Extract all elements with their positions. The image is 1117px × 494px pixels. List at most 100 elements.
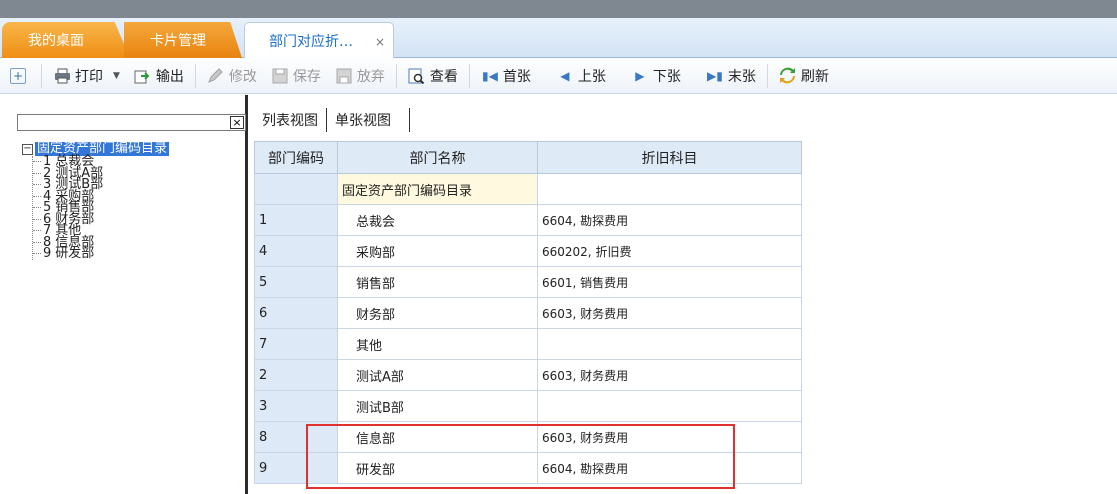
cell-depreciation-account[interactable] bbox=[537, 390, 802, 422]
tree-item[interactable]: 6 财务部 bbox=[33, 213, 169, 225]
cell-depreciation-account[interactable]: 6604, 勘探费用 bbox=[537, 452, 802, 484]
next-label: 下张 bbox=[652, 68, 681, 85]
discard-icon bbox=[335, 67, 353, 85]
column-header-depreciation-account[interactable]: 折旧科目 bbox=[537, 141, 802, 174]
table-row[interactable]: 2 测试A部 6603, 财务费用 bbox=[254, 359, 802, 391]
table-header-row: 部门编码 部门名称 折旧科目 bbox=[254, 141, 802, 174]
last-label: 末张 bbox=[727, 68, 756, 85]
tree-item[interactable]: 7 其他 bbox=[33, 224, 169, 237]
toolbar: + 打印 ▼ 输出 修改 保存 放弃 查看 ▮◀ 首张 ◀ 上张 ▶ 下张 ▶▮… bbox=[0, 58, 1117, 94]
toolbar-separator bbox=[194, 63, 196, 88]
table-row[interactable]: 1 总裁会 6604, 勘探费用 bbox=[254, 204, 802, 236]
modify-button[interactable]: 修改 bbox=[200, 62, 264, 90]
cell-dept-code[interactable]: 4 bbox=[254, 235, 338, 267]
table-row[interactable]: 7 其他 bbox=[254, 328, 802, 360]
cell-depreciation-account[interactable]: 6604, 勘探费用 bbox=[537, 204, 802, 236]
tab-single-view[interactable]: 单张视图 bbox=[327, 108, 410, 132]
cell-depreciation-account[interactable]: 660202, 折旧费 bbox=[537, 235, 802, 267]
table-row[interactable]: 固定资产部门编码目录 bbox=[254, 173, 802, 205]
prev-icon: ◀ bbox=[560, 68, 570, 83]
cell-dept-code[interactable]: 6 bbox=[254, 297, 338, 329]
cell-dept-code[interactable] bbox=[254, 173, 338, 205]
export-button[interactable]: 输出 bbox=[127, 62, 191, 90]
prev-label: 上张 bbox=[577, 68, 606, 85]
clear-search-icon[interactable]: × bbox=[230, 116, 244, 129]
cell-depreciation-account[interactable]: 6603, 财务费用 bbox=[537, 421, 802, 453]
cell-dept-name[interactable]: 采购部 bbox=[337, 235, 538, 267]
cell-dept-code[interactable]: 1 bbox=[254, 204, 338, 236]
cell-depreciation-account[interactable]: 6603, 财务费用 bbox=[537, 297, 802, 329]
table-row[interactable]: 9 研发部 6604, 勘探费用 bbox=[254, 452, 802, 484]
tree-item[interactable]: 9 研发部 bbox=[33, 246, 169, 261]
cell-dept-code[interactable]: 5 bbox=[254, 266, 338, 298]
cell-dept-name[interactable]: 销售部 bbox=[337, 266, 538, 298]
cell-dept-name[interactable]: 固定资产部门编码目录 bbox=[337, 173, 538, 205]
table-row[interactable]: 8 信息部 6603, 财务费用 bbox=[254, 421, 802, 453]
cell-dept-code[interactable]: 2 bbox=[254, 359, 338, 391]
cell-depreciation-account[interactable] bbox=[537, 173, 802, 205]
print-dropdown-icon[interactable]: ▼ bbox=[113, 71, 120, 81]
cell-depreciation-account[interactable] bbox=[537, 328, 802, 360]
tree-item[interactable]: 3 测试B部 bbox=[33, 178, 169, 191]
tree-connector bbox=[33, 207, 41, 209]
close-tab-icon[interactable]: × bbox=[375, 35, 385, 49]
last-record-button[interactable]: ▶▮ 末张 bbox=[688, 62, 763, 90]
tree-item[interactable]: 8 信息部 bbox=[33, 236, 169, 248]
cell-dept-name[interactable]: 信息部 bbox=[337, 421, 538, 453]
toolbar-separator bbox=[395, 63, 397, 88]
tab-department-depreciation[interactable]: 部门对应折… × bbox=[244, 22, 394, 58]
prev-record-button[interactable]: ◀ 上张 bbox=[538, 62, 613, 90]
refresh-icon bbox=[779, 67, 797, 85]
tab-department-depreciation-label: 部门对应折… bbox=[269, 33, 353, 50]
tree-item[interactable]: 5 销售部 bbox=[33, 201, 169, 214]
cell-dept-code[interactable]: 8 bbox=[254, 421, 338, 453]
save-button[interactable]: 保存 bbox=[264, 62, 328, 90]
table-row[interactable]: 3 测试B部 bbox=[254, 390, 802, 422]
save-label: 保存 bbox=[292, 68, 321, 85]
cell-depreciation-account[interactable]: 6603, 财务费用 bbox=[537, 359, 802, 391]
first-record-button[interactable]: ▮◀ 首张 bbox=[474, 62, 538, 90]
toolbar-separator bbox=[766, 63, 768, 88]
table-row[interactable]: 4 采购部 660202, 折旧费 bbox=[254, 235, 802, 267]
tree-search-input[interactable]: × bbox=[17, 114, 246, 131]
cell-dept-name[interactable]: 总裁会 bbox=[337, 204, 538, 236]
next-record-button[interactable]: ▶ 下张 bbox=[613, 62, 688, 90]
discard-button[interactable]: 放弃 bbox=[328, 62, 392, 90]
export-label: 输出 bbox=[155, 68, 184, 85]
expand-button[interactable]: + bbox=[0, 62, 37, 90]
column-header-dept-name[interactable]: 部门名称 bbox=[337, 141, 538, 174]
tree-item[interactable]: 4 采购部 bbox=[33, 190, 169, 202]
cell-dept-name[interactable]: 其他 bbox=[337, 328, 538, 360]
cell-dept-name[interactable]: 财务部 bbox=[337, 297, 538, 329]
department-tree-panel: × − 固定资产部门编码目录 1 总裁会 2 测试A部 3 测试B部 4 采购部 5 销售部 6 财务… bbox=[0, 95, 248, 494]
print-button[interactable]: 打印 ▼ bbox=[46, 62, 127, 90]
cell-dept-code[interactable]: 7 bbox=[254, 328, 338, 360]
view-button[interactable]: 查看 bbox=[401, 62, 465, 90]
cell-dept-code[interactable]: 3 bbox=[254, 390, 338, 422]
tab-list-view[interactable]: 列表视图 bbox=[254, 108, 326, 132]
cell-dept-name[interactable]: 测试B部 bbox=[337, 390, 538, 422]
cell-depreciation-account[interactable]: 6601, 销售费用 bbox=[537, 266, 802, 298]
last-icon: ▶▮ bbox=[707, 68, 723, 83]
cell-dept-name[interactable]: 测试A部 bbox=[337, 359, 538, 391]
view-icon bbox=[408, 67, 426, 85]
cell-dept-name[interactable]: 研发部 bbox=[337, 452, 538, 484]
tab-card-management[interactable]: 卡片管理 bbox=[124, 22, 242, 58]
refresh-button[interactable]: 刷新 bbox=[772, 62, 836, 90]
tree-connector bbox=[33, 184, 41, 186]
tree-connector bbox=[33, 172, 41, 174]
collapse-icon[interactable]: − bbox=[22, 143, 33, 155]
next-icon: ▶ bbox=[635, 68, 645, 83]
tree-item-label: 研发部 bbox=[55, 246, 95, 261]
column-header-dept-code[interactable]: 部门编码 bbox=[254, 141, 338, 174]
toolbar-separator bbox=[468, 63, 470, 88]
table-row[interactable]: 6 财务部 6603, 财务费用 bbox=[254, 297, 802, 329]
tree-connector bbox=[33, 253, 41, 255]
cell-dept-code[interactable]: 9 bbox=[254, 452, 338, 484]
table-row[interactable]: 5 销售部 6601, 销售费用 bbox=[254, 266, 802, 298]
tree-connector bbox=[33, 218, 41, 220]
first-icon: ▮◀ bbox=[482, 68, 498, 83]
tab-my-desktop-label: 我的桌面 bbox=[28, 33, 84, 49]
tab-my-desktop[interactable]: 我的桌面 bbox=[2, 22, 130, 58]
tree-connector bbox=[33, 195, 41, 197]
